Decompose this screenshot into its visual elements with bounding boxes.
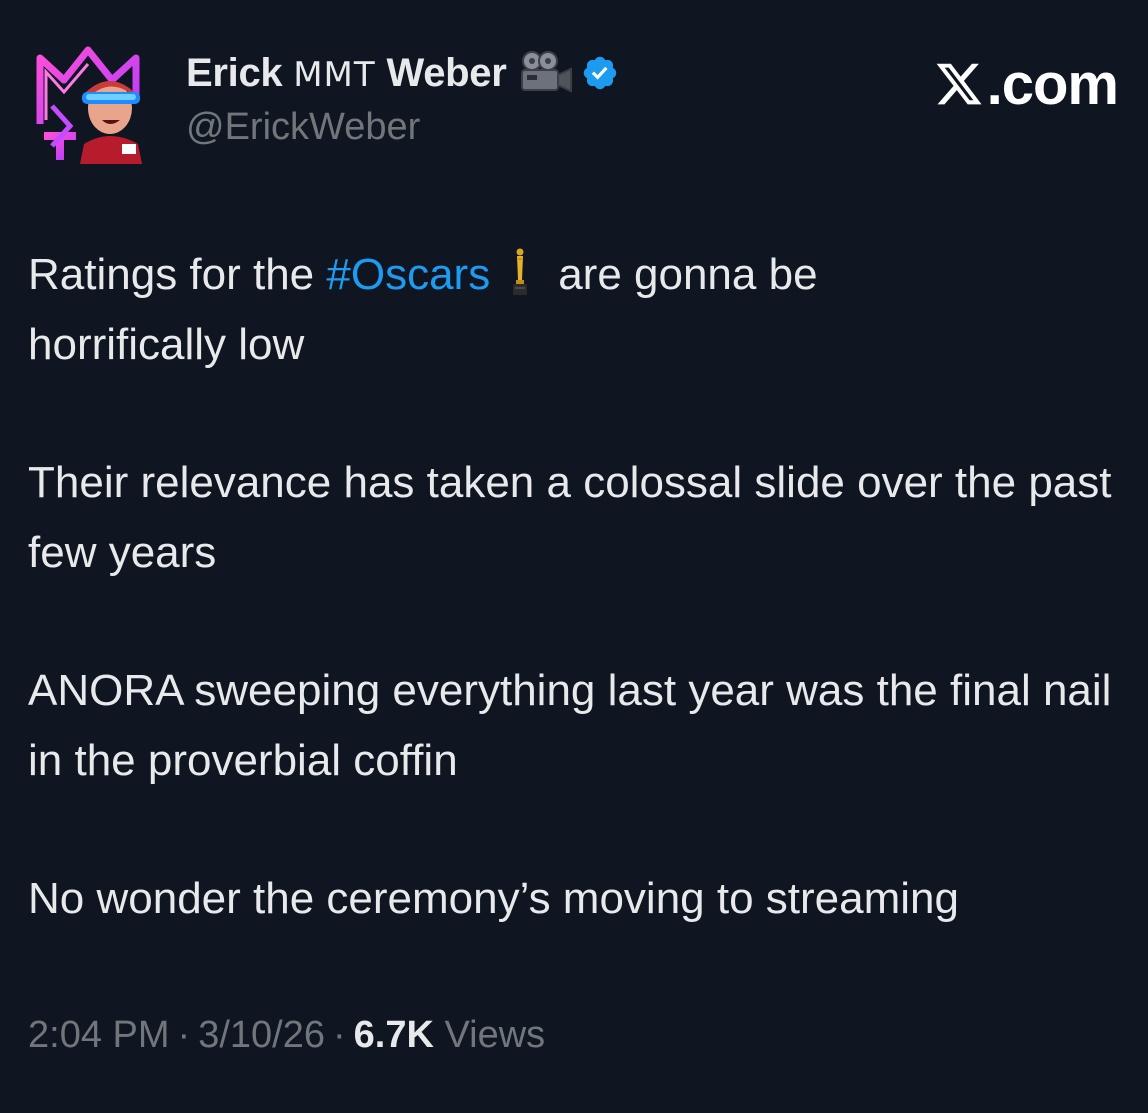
tweet-header: Erick MMT Weber @ErickWeber .com [28,30,1120,170]
tweet-time[interactable]: 2:04 PM [28,1014,170,1056]
tweet-paragraph-4: No wonder the ceremony’s moving to strea… [28,874,959,923]
tweet-meta: 2:04 PM · 3/10/26 · 6.7K Views [28,1014,545,1057]
movie-camera-icon [520,51,572,93]
author-name-row[interactable]: Erick MMT Weber [186,48,619,98]
author-first-name: Erick [186,50,283,95]
text-segment: horrifically low [28,320,305,369]
text-segment: are gonna be [558,250,818,299]
author-name: Erick MMT Weber [186,51,507,96]
views-label: Views [444,1014,546,1056]
meta-separator: · [177,1014,191,1056]
source-badge: .com [933,50,1119,118]
text-segment: Ratings for the [28,250,327,299]
tweet-card: Erick MMT Weber @ErickWeber .com Ratings… [0,0,1148,1113]
tweet-paragraph-1: Ratings for the #Oscars are gonna be horr… [28,240,1124,380]
author-handle[interactable]: @ErickWeber [186,106,619,149]
tweet-paragraph-3: ANORA sweeping everything last year was … [28,666,1112,785]
author-identity: Erick MMT Weber @ErickWeber [186,48,619,149]
avatar[interactable] [30,36,158,164]
meta-separator: · [332,1014,346,1056]
author-last-name: Weber [386,50,507,95]
avatar-image [30,36,158,164]
tweet-text: Ratings for the #Oscars are gonna be horr… [28,240,1124,934]
tweet-paragraph-2: Their relevance has taken a colossal sli… [28,458,1112,577]
tweet-date[interactable]: 3/10/26 [198,1014,325,1056]
author-middle-name: MMT [293,54,376,95]
source-label: .com [986,51,1119,117]
x-logo-icon [936,63,982,105]
verified-badge-icon [583,56,616,90]
hashtag-oscars-link[interactable]: #Oscars [326,250,490,299]
views-count[interactable]: 6.7K [354,1014,434,1056]
oscar-trophy-icon [513,248,528,295]
